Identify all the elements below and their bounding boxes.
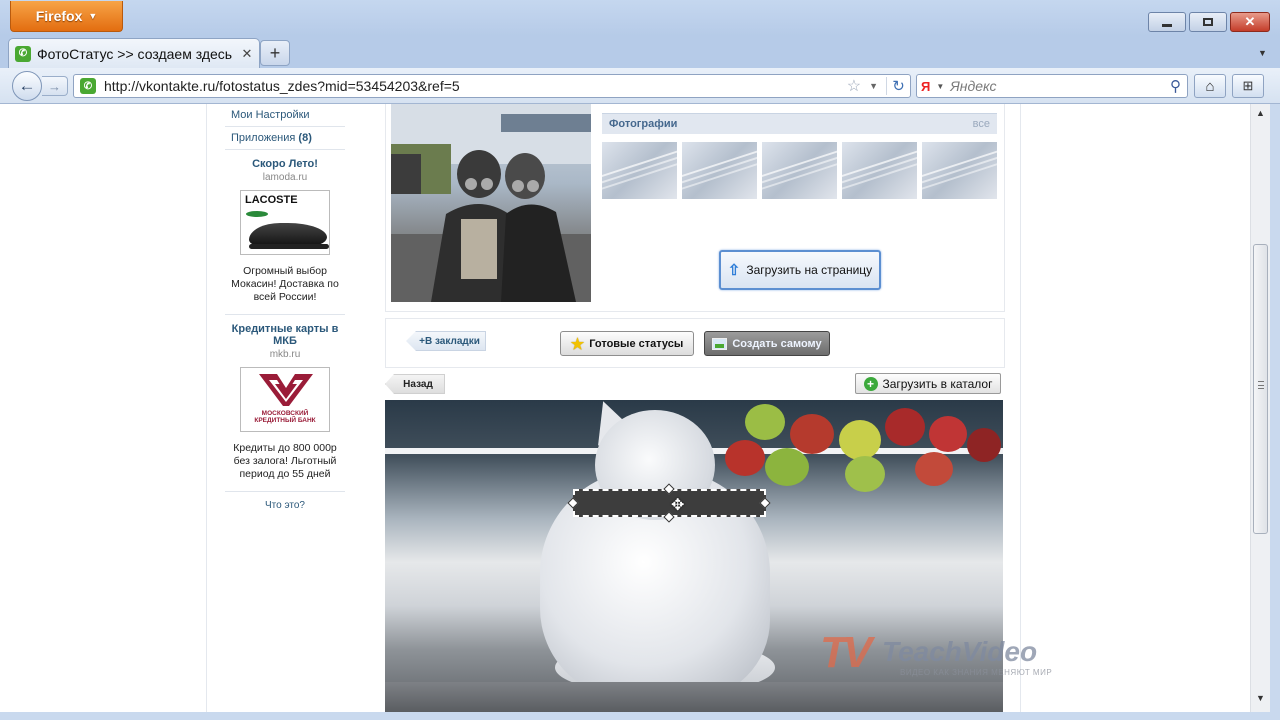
photo-thumbnail[interactable] — [602, 142, 677, 199]
chevron-down-icon: ▼ — [88, 11, 98, 21]
photos-header: Фотографии все — [602, 113, 997, 134]
lacoste-logo-text: LACOSTE — [245, 194, 298, 206]
create-own-label: Создать самому — [732, 337, 822, 350]
close-icon: ✕ — [1244, 14, 1256, 29]
ad-image-lacoste[interactable]: LACOSTE — [240, 190, 330, 255]
firefox-menu-label: Firefox — [35, 8, 83, 24]
tab-title: ФотоСтатус >> создаем здесь ... — [37, 45, 233, 62]
fruit-shelf-image — [715, 400, 1003, 498]
close-window-button[interactable]: ✕ — [1230, 12, 1270, 32]
scroll-down-arrow-icon[interactable]: ▼ — [1251, 693, 1270, 703]
scroll-grip-icon — [1258, 381, 1264, 389]
ad-domain: lamoda.ru — [262, 172, 308, 183]
scrollbar-thumb[interactable] — [1253, 244, 1268, 534]
navigation-toolbar: ← → ✆ http://vkontakte.ru/fotostatus_zde… — [0, 68, 1280, 104]
ready-statuses-button[interactable]: ★ Готовые статусы — [560, 331, 694, 356]
left-sidebar: Мои Настройки Приложения (8) Скоро Лето!… — [225, 104, 345, 511]
firefox-menu-button[interactable]: Firefox ▼ — [10, 1, 123, 32]
vertical-scrollbar[interactable]: ▲ ▼ — [1250, 104, 1270, 712]
vk-favicon-icon: ✆ — [15, 45, 31, 62]
photo-thumbnail[interactable] — [922, 142, 997, 199]
upload-to-catalog-label: Загрузить в каталог — [882, 376, 993, 391]
tab-close-icon[interactable]: ✕ — [239, 46, 255, 62]
profile-card: Фотографии все ⇧ Загрузить на страницу — [385, 104, 1005, 312]
search-bar[interactable]: Я ▼ Яндекс ⚲ — [916, 74, 1188, 98]
shoe-sole-image — [249, 244, 329, 249]
photo-thumbnail[interactable] — [762, 142, 837, 199]
yandex-icon[interactable]: Я — [921, 79, 930, 94]
back-button[interactable]: ← — [12, 71, 42, 101]
window-frame-bottom — [0, 712, 1270, 720]
create-own-button[interactable]: Создать самому — [704, 331, 830, 356]
ad-title[interactable]: Скоро Лето! — [225, 158, 345, 170]
maximize-icon — [1203, 18, 1213, 26]
ad-image-mkb[interactable]: МОСКОВСКИЙ КРЕДИТНЫЙ БАНК — [240, 367, 330, 432]
tab-list-chevron-icon[interactable]: ▼ — [1258, 48, 1267, 58]
ad-domain: mkb.ru — [269, 349, 301, 360]
title-bar: Firefox ▼ ✕ — [0, 0, 1280, 36]
bookmark-star-icon[interactable]: ☆ — [847, 76, 861, 96]
sidebar-item-apps-label: Приложения — [231, 132, 296, 144]
plus-icon: + — [269, 42, 281, 63]
scroll-up-arrow-icon[interactable]: ▲ — [1251, 108, 1270, 118]
move-cursor-icon[interactable]: ✥ — [671, 495, 684, 515]
back-button[interactable]: Назад — [385, 374, 445, 394]
photo-thumbnail[interactable] — [842, 142, 917, 199]
addon-button[interactable]: ⊞ — [1232, 74, 1264, 98]
arrow-right-icon: → — [48, 78, 61, 94]
photos-all-link[interactable]: все — [973, 118, 990, 130]
maximize-button[interactable] — [1189, 12, 1227, 32]
status-editor-canvas[interactable]: ✥ — [385, 400, 1003, 712]
sidebar-item-settings[interactable]: Мои Настройки — [225, 104, 345, 127]
site-identity-icon[interactable]: ✆ — [80, 78, 96, 94]
minimize-icon — [1162, 23, 1172, 27]
what-is-this-link[interactable]: Что это? — [225, 492, 345, 511]
gas-mask-people-image — [391, 104, 591, 302]
upload-to-catalog-button[interactable]: + Загрузить в каталог — [855, 373, 1001, 394]
profile-photo[interactable] — [391, 104, 591, 302]
crocodile-logo-icon — [246, 211, 268, 217]
ad-title[interactable]: Кредитные карты в МКБ — [225, 323, 345, 347]
forward-button[interactable]: → — [42, 76, 68, 96]
upload-arrow-icon: ⇧ — [727, 262, 741, 279]
vk-page: Мои Настройки Приложения (8) Скоро Лето!… — [206, 104, 1021, 712]
image-edit-icon — [712, 337, 728, 350]
window-frame-right — [1270, 104, 1280, 720]
addon-icon: ⊞ — [1242, 78, 1254, 93]
sidebar-item-apps[interactable]: Приложения (8) — [225, 127, 345, 150]
address-bar[interactable]: ✆ http://vkontakte.ru/fotostatus_zdes?mi… — [73, 74, 911, 98]
url-text[interactable]: http://vkontakte.ru/fotostatus_zdes?mid=… — [104, 78, 839, 94]
search-icon[interactable]: ⚲ — [1170, 77, 1181, 95]
upload-to-page-label: Загрузить на страницу — [746, 263, 873, 277]
page-viewport: Мои Настройки Приложения (8) Скоро Лето!… — [0, 104, 1250, 712]
add-bookmark-button[interactable]: +В закладки — [406, 331, 486, 351]
ad-text: Кредиты до 800 000р без залога! Льготный… — [233, 442, 337, 480]
table-edge-image — [385, 682, 1003, 712]
ready-statuses-label: Готовые статусы — [589, 337, 684, 350]
ad-lamoda[interactable]: Скоро Лето! lamoda.ru LACOSTE Огромный в… — [225, 150, 345, 315]
apps-count-badge: (8) — [298, 132, 312, 144]
star-icon: ★ — [570, 335, 585, 353]
search-engine-dropdown-icon[interactable]: ▼ — [936, 82, 944, 91]
mkb-logo-icon — [259, 374, 313, 406]
photo-thumbnail[interactable] — [682, 142, 757, 199]
reload-icon[interactable]: ↻ — [886, 77, 910, 95]
tab-fotostatus[interactable]: ✆ ФотоСтатус >> создаем здесь ... ✕ — [8, 38, 260, 68]
minimize-button[interactable] — [1148, 12, 1186, 32]
upload-to-page-button[interactable]: ⇧ Загрузить на страницу — [719, 250, 881, 290]
new-tab-button[interactable]: + — [260, 40, 290, 66]
home-button[interactable]: ⌂ — [1194, 74, 1226, 98]
plus-circle-icon: + — [863, 376, 878, 391]
history-dropdown-icon[interactable]: ▼ — [869, 81, 878, 91]
photo-thumbnails — [602, 142, 997, 199]
arrow-left-icon: ← — [18, 76, 36, 95]
ad-mkb[interactable]: Кредитные карты в МКБ mkb.ru МОСКОВСКИЙ … — [225, 315, 345, 492]
mkb-logo-text: МОСКОВСКИЙ КРЕДИТНЫЙ БАНК — [254, 410, 316, 424]
photos-title: Фотографии — [609, 118, 678, 130]
tab-bar: ✆ ФотоСтатус >> создаем здесь ... ✕ + ▼ — [0, 36, 1280, 68]
ad-text: Огромный выбор Мокасин! Доставка по всей… — [231, 265, 339, 303]
actions-bar: +В закладки ★ Готовые статусы Создать са… — [385, 318, 1005, 368]
search-input[interactable]: Яндекс — [950, 78, 1164, 94]
home-icon: ⌂ — [1205, 77, 1215, 95]
